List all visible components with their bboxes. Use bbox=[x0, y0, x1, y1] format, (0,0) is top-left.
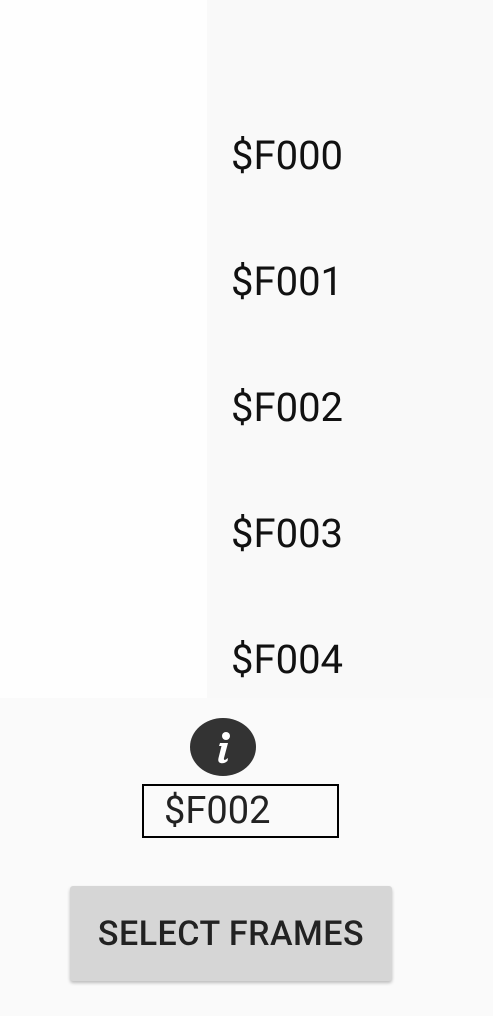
info-icon[interactable] bbox=[190, 718, 256, 776]
frame-item-f000[interactable]: $F000 bbox=[231, 115, 481, 195]
frame-item-f003[interactable]: $F003 bbox=[231, 493, 481, 573]
selected-frame-field[interactable]: $F002 bbox=[142, 784, 339, 838]
selected-frame-value: $F002 bbox=[164, 789, 271, 833]
select-frames-label: SELECT FRAMES bbox=[97, 913, 365, 954]
select-frames-button[interactable]: SELECT FRAMES bbox=[70, 886, 392, 981]
left-panel bbox=[0, 0, 207, 698]
frame-item-f001[interactable]: $F001 bbox=[231, 241, 481, 321]
frame-list: $F000 $F001 $F002 $F003 $F004 bbox=[207, 0, 493, 698]
info-glyph bbox=[218, 732, 230, 764]
frame-item-f004[interactable]: $F004 bbox=[231, 619, 481, 699]
frame-item-f002[interactable]: $F002 bbox=[231, 367, 481, 447]
